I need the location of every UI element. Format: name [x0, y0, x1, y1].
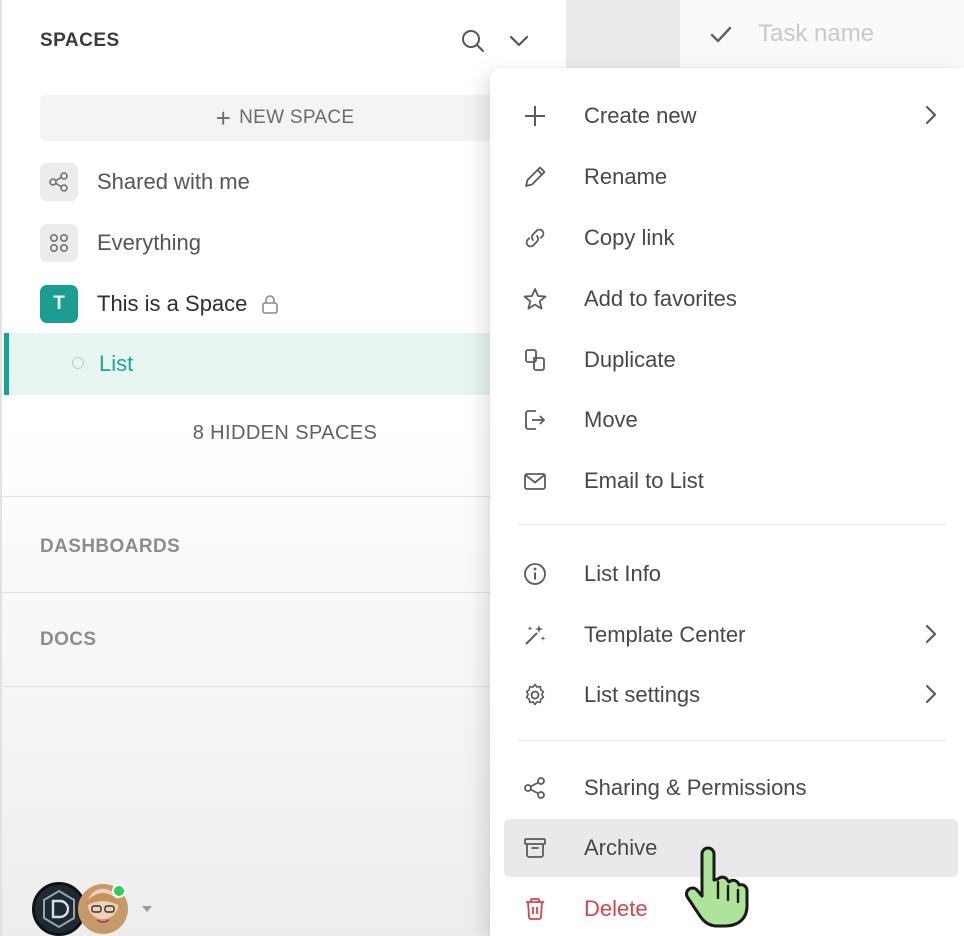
menu-rename[interactable]: Rename: [504, 148, 958, 206]
chevron-right-icon: [924, 682, 938, 706]
menu-template-center[interactable]: Template Center: [504, 606, 958, 664]
menu-item-label: Template Center: [584, 622, 746, 647]
info-icon: [520, 559, 550, 589]
menu-sharing-permissions[interactable]: Sharing & Permissions: [504, 759, 958, 817]
chevron-right-icon: [924, 103, 938, 127]
menu-duplicate[interactable]: Duplicate: [504, 331, 958, 389]
pencil-icon: [520, 162, 550, 192]
menu-create-new[interactable]: Create new: [504, 87, 958, 145]
menu-list-settings[interactable]: List settings: [504, 666, 958, 724]
space-avatar: T: [40, 285, 78, 323]
chevron-right-icon: [924, 622, 938, 646]
sidebar-item-label: Everything: [97, 230, 201, 255]
email-icon: [520, 466, 550, 496]
star-icon: [520, 284, 550, 314]
divider: [2, 592, 568, 593]
duplicate-icon: [520, 345, 550, 375]
menu-item-label: List Info: [584, 561, 662, 586]
caret-down-icon: [140, 904, 154, 914]
menu-item-label: Rename: [584, 164, 668, 189]
new-space-label: NEW SPACE: [239, 107, 355, 128]
wand-icon: [520, 620, 550, 650]
menu-item-label: Add to favorites: [584, 286, 737, 311]
divider: [2, 496, 568, 497]
menu-item-label: Duplicate: [584, 347, 676, 372]
task-name-input[interactable]: Task name: [758, 20, 874, 48]
menu-item-label: Copy link: [584, 225, 675, 250]
sidebar: SPACES + NEW SPACE Shared with me Everyt…: [0, 0, 568, 936]
docs-section[interactable]: DOCS: [40, 629, 97, 651]
menu-copy-link[interactable]: Copy link: [504, 209, 958, 267]
menu-item-label: Move: [584, 407, 638, 432]
divider: [2, 686, 568, 687]
move-icon: [520, 405, 550, 435]
link-icon: [520, 223, 550, 253]
chevron-down-icon[interactable]: [506, 28, 532, 54]
sidebar-item-space[interactable]: T This is a Space: [40, 284, 281, 324]
plus-icon: +: [215, 102, 232, 133]
list-status-icon: [72, 357, 84, 369]
menu-move[interactable]: Move: [504, 391, 958, 449]
user-menu[interactable]: [32, 882, 162, 936]
grid-icon: [40, 224, 78, 262]
spaces-header: SPACES: [40, 30, 120, 51]
dashboards-section[interactable]: DASHBOARDS: [40, 536, 180, 558]
menu-list-info[interactable]: List Info: [504, 545, 958, 603]
menu-item-label: Create new: [584, 103, 697, 128]
trash-icon: [520, 894, 550, 924]
online-status-badge: [112, 884, 126, 898]
share-icon: [40, 163, 78, 201]
archive-icon: [520, 833, 550, 863]
sidebar-item-label: Shared with me: [97, 169, 250, 194]
check-icon[interactable]: [708, 22, 734, 48]
sidebar-item-list[interactable]: List: [4, 333, 568, 395]
hidden-spaces-link[interactable]: 8 HIDDEN SPACES: [2, 422, 568, 445]
menu-item-label: Archive: [584, 835, 658, 860]
sidebar-item-everything[interactable]: Everything: [40, 223, 201, 263]
menu-divider: [518, 740, 946, 741]
menu-item-label: Sharing & Permissions: [584, 775, 807, 800]
sidebar-item-shared[interactable]: Shared with me: [40, 162, 250, 202]
menu-item-label: List settings: [584, 682, 701, 707]
space-name: This is a Space: [97, 291, 248, 316]
context-menu: Create new Rename Copy link Add to favor…: [490, 68, 964, 936]
menu-item-label: Delete: [584, 896, 648, 921]
hand-pointer-cursor-icon: [680, 846, 750, 930]
gear-icon: [520, 680, 550, 710]
menu-divider: [518, 524, 946, 525]
search-icon[interactable]: [460, 28, 486, 54]
share-icon: [520, 773, 550, 803]
plus-icon: [520, 101, 550, 131]
active-indicator: [4, 333, 9, 395]
menu-add-favorites[interactable]: Add to favorites: [504, 270, 958, 328]
list-label: List: [99, 351, 134, 376]
menu-item-label: Email to List: [584, 468, 704, 493]
menu-email-to-list[interactable]: Email to List: [504, 452, 958, 510]
new-space-button[interactable]: + NEW SPACE: [40, 95, 530, 141]
lock-icon: [259, 293, 281, 315]
